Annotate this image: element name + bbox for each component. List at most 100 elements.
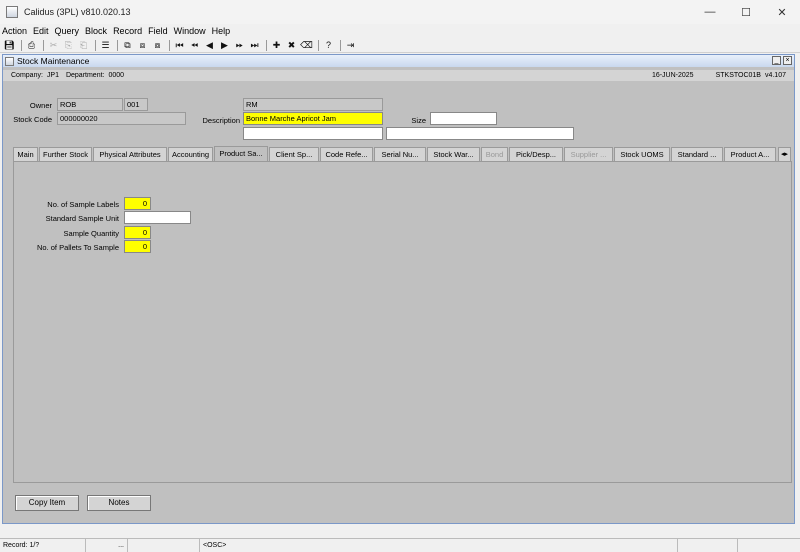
menu-bar: Action Edit Query Block Record Field Win… xyxy=(0,24,800,38)
tab-further-stock[interactable]: Further Stock xyxy=(39,147,92,161)
copy-item-button[interactable]: Copy Item xyxy=(15,495,79,511)
notes-button[interactable]: Notes xyxy=(87,495,151,511)
menu-field[interactable]: Field xyxy=(148,26,168,36)
stock-code-field[interactable]: 000000020 xyxy=(57,112,186,125)
company-label: Company: xyxy=(11,72,43,79)
tab-serial-numbers[interactable]: Serial Nu... xyxy=(374,147,426,161)
window-title: Calidus (3PL) v810.020.13 xyxy=(24,7,131,17)
owner-number-field[interactable]: 001 xyxy=(124,98,148,111)
title-bar: Calidus (3PL) v810.020.13 — ☐ ✕ xyxy=(0,0,800,24)
maximize-button[interactable]: ☐ xyxy=(728,0,764,24)
sample-unit-field[interactable] xyxy=(124,211,191,224)
form-title: Stock Maintenance xyxy=(17,56,90,66)
tab-stock-uoms[interactable]: Stock UOMS xyxy=(614,147,670,161)
department-label: Department: xyxy=(65,72,105,79)
insert-record-icon[interactable]: ✚ xyxy=(270,39,283,52)
menu-window[interactable]: Window xyxy=(174,26,206,36)
menu-query[interactable]: Query xyxy=(55,26,80,36)
tab-main[interactable]: Main xyxy=(13,147,38,161)
tab-accounting[interactable]: Accounting xyxy=(168,147,213,161)
help-icon[interactable]: ? xyxy=(322,39,335,52)
toolbar-separator xyxy=(266,39,267,51)
cut-icon[interactable]: ✂ xyxy=(47,39,60,52)
print-icon[interactable]: ⎙ xyxy=(25,39,38,52)
stock-type-field[interactable]: RM xyxy=(243,98,383,111)
stock-maintenance-window: Stock Maintenance _ × Company: JP1 Depar… xyxy=(2,54,795,524)
stock-code-label: Stock Code xyxy=(13,115,52,124)
previous-record-icon[interactable]: ◀ xyxy=(203,39,216,52)
description-field[interactable]: Bonne Marche Apricot Jam xyxy=(243,112,383,125)
tab-product-attributes[interactable]: Product A... xyxy=(724,147,776,161)
cancel-query-icon[interactable]: ⧇ xyxy=(151,39,164,52)
clear-record-icon[interactable]: ⌫ xyxy=(300,39,313,52)
sample-labels-label: No. of Sample Labels xyxy=(47,200,119,209)
tab-supplier[interactable]: Supplier ... xyxy=(564,147,613,161)
previous-set-icon[interactable]: ⏪︎ xyxy=(188,39,201,52)
form-close-icon[interactable]: × xyxy=(783,56,792,65)
sample-quantity-field[interactable]: 0 xyxy=(124,226,151,239)
status-segment-6 xyxy=(738,539,800,552)
status-segment-5 xyxy=(678,538,738,552)
size-label: Size xyxy=(411,116,426,125)
menu-block[interactable]: Block xyxy=(85,26,107,36)
toolbar: 💾︎ ⎙ ✂ ⎘ ⎗ ☰ ⧉ ⧈ ⧇ ⏮︎ ⏪︎ ◀ ▶ ⏩︎ ⏭︎ ✚ ✖ ⌫… xyxy=(0,38,800,53)
next-record-icon[interactable]: ▶ xyxy=(218,39,231,52)
toolbar-separator xyxy=(169,39,170,51)
tab-scroll-arrow-icon[interactable]: ◂▸ xyxy=(778,147,791,161)
toolbar-separator xyxy=(318,39,319,51)
extra-field-1[interactable] xyxy=(243,127,383,140)
first-record-icon[interactable]: ⏮︎ xyxy=(173,39,186,52)
tab-pick-despatch[interactable]: Pick/Desp... xyxy=(509,147,563,161)
status-segment-2: ... xyxy=(86,538,128,552)
description-label: Description xyxy=(202,116,240,125)
form-date: 16-JUN-2025 xyxy=(651,72,694,79)
tab-strip: Main Further Stock Physical Attributes A… xyxy=(13,146,792,162)
menu-action[interactable]: Action xyxy=(2,26,27,36)
minimize-button[interactable]: — xyxy=(692,0,728,24)
tab-standard[interactable]: Standard ... xyxy=(671,147,723,161)
tab-product-sampling[interactable]: Product Sa... xyxy=(214,146,268,162)
next-set-icon[interactable]: ⏩︎ xyxy=(233,39,246,52)
enter-query-icon[interactable]: ⧉ xyxy=(121,39,134,52)
toolbar-separator xyxy=(95,39,96,51)
toolbar-separator xyxy=(43,39,44,51)
execute-query-icon[interactable]: ⧈ xyxy=(136,39,149,52)
form-code: STKSTOC01B xyxy=(715,72,761,79)
pallets-to-sample-field[interactable]: 0 xyxy=(124,240,151,253)
last-record-icon[interactable]: ⏭︎ xyxy=(248,39,261,52)
department-value: 0000 xyxy=(108,72,125,79)
close-button[interactable]: ✕ xyxy=(764,0,800,24)
form-minimize-icon[interactable]: _ xyxy=(772,56,781,65)
tab-stock-warehouse[interactable]: Stock War... xyxy=(427,147,480,161)
company-info-bar: Company: JP1 Department: 0000 16-JUN-202… xyxy=(3,70,794,81)
tab-physical-attributes[interactable]: Physical Attributes xyxy=(93,147,167,161)
save-icon[interactable]: 💾︎ xyxy=(3,39,16,52)
size-field[interactable] xyxy=(430,112,497,125)
tab-client-specific[interactable]: Client Sp... xyxy=(269,147,319,161)
company-value: JP1 xyxy=(46,72,59,79)
menu-help[interactable]: Help xyxy=(212,26,231,36)
status-bar: Record: 1/? ... <OSC> xyxy=(0,538,800,552)
tab-code-references[interactable]: Code Refe... xyxy=(320,147,373,161)
pallets-to-sample-label: No. of Pallets To Sample xyxy=(37,243,119,252)
owner-code-field[interactable]: ROB xyxy=(57,98,123,111)
form-version: v4.107 xyxy=(764,72,786,79)
toolbar-separator xyxy=(21,39,22,51)
copy-icon[interactable]: ⎘ xyxy=(62,39,75,52)
status-segment-3 xyxy=(128,538,200,552)
tab-bond[interactable]: Bond xyxy=(481,147,508,161)
record-counter: Record: 1/? xyxy=(0,538,86,552)
delete-record-icon[interactable]: ✖ xyxy=(285,39,298,52)
toolbar-separator xyxy=(340,39,341,51)
sample-unit-label: Standard Sample Unit xyxy=(45,214,119,223)
form-title-bar: Stock Maintenance _ × xyxy=(3,55,794,67)
sample-quantity-label: Sample Quantity xyxy=(63,229,119,238)
menu-record[interactable]: Record xyxy=(113,26,142,36)
form-icon xyxy=(5,56,14,66)
sample-labels-field[interactable]: 0 xyxy=(124,197,151,210)
exit-icon[interactable]: ⇥ xyxy=(344,39,357,52)
paste-icon[interactable]: ⎗ xyxy=(77,39,90,52)
extra-field-2[interactable] xyxy=(386,127,574,140)
list-values-icon[interactable]: ☰ xyxy=(99,39,112,52)
menu-edit[interactable]: Edit xyxy=(33,26,49,36)
